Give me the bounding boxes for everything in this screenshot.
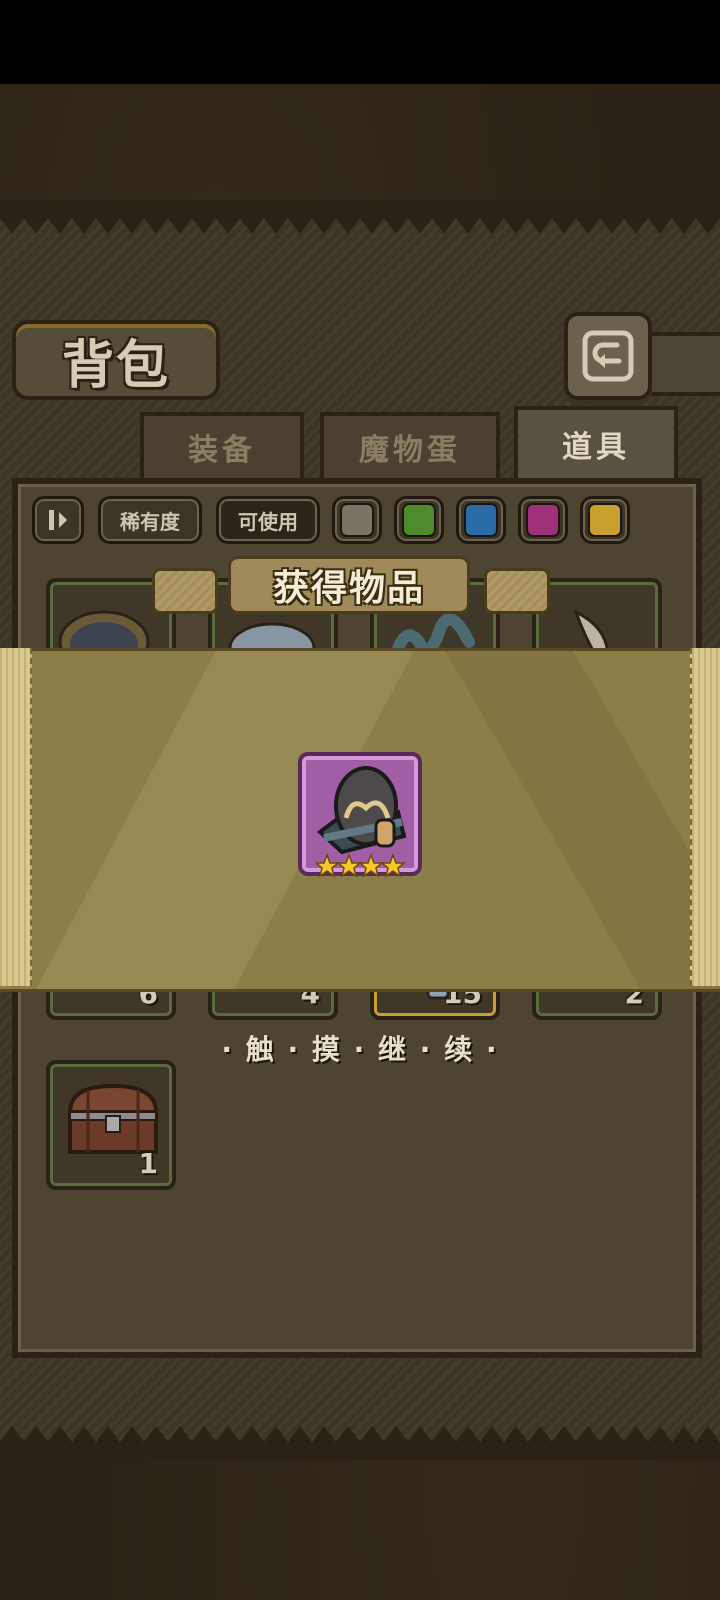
return-arrow-icon bbox=[582, 330, 634, 382]
sort-icon bbox=[49, 510, 67, 530]
tab-monster-eggs[interactable]: 魔物蛋 bbox=[320, 412, 500, 478]
zigzag-border-bottom bbox=[0, 1426, 720, 1460]
color-filter-green[interactable] bbox=[394, 496, 444, 544]
swatch-gray bbox=[340, 503, 374, 537]
page-title: 背包 bbox=[61, 334, 170, 396]
star-icon bbox=[357, 853, 385, 878]
back-button-base bbox=[640, 332, 720, 396]
reward-title: 获得物品 bbox=[272, 567, 425, 609]
color-filter-gray[interactable] bbox=[332, 496, 382, 544]
color-filter-purple[interactable] bbox=[518, 496, 568, 544]
category-tabs: 装备 魔物蛋 道具 bbox=[14, 406, 694, 478]
banner-edge-left bbox=[0, 648, 32, 986]
banner-edge-right bbox=[690, 648, 720, 986]
tab-equipment-label: 装备 bbox=[188, 433, 256, 468]
back-button[interactable] bbox=[564, 312, 652, 400]
reward-title-plaque: 获得物品 bbox=[228, 556, 470, 614]
inventory-slot[interactable]: 1 bbox=[46, 1060, 176, 1190]
sort-order-button[interactable] bbox=[32, 496, 84, 544]
tab-items-label: 道具 bbox=[562, 430, 630, 465]
tab-items[interactable]: 道具 bbox=[514, 406, 678, 478]
star-icon bbox=[379, 853, 406, 878]
tab-monster-eggs-label: 魔物蛋 bbox=[359, 433, 461, 468]
rarity-filter-button[interactable]: 稀有度 bbox=[98, 496, 202, 544]
rarity-stars bbox=[316, 853, 406, 878]
tap-to-continue[interactable]: · 触 · 摸 · 继 · 续 · bbox=[0, 1028, 720, 1068]
swatch-green bbox=[402, 503, 436, 537]
page-title-plaque: 背包 bbox=[12, 320, 220, 400]
swatch-gold bbox=[588, 503, 622, 537]
rarity-filter-label: 稀有度 bbox=[120, 509, 180, 534]
star-icon bbox=[316, 853, 341, 878]
star-icon bbox=[335, 853, 363, 878]
usable-filter-label: 可使用 bbox=[238, 509, 298, 534]
item-count: 1 bbox=[138, 1147, 158, 1180]
swatch-blue bbox=[464, 503, 498, 537]
swatch-purple bbox=[526, 503, 560, 537]
filter-bar: 稀有度 可使用 bbox=[32, 496, 692, 548]
reward-header-ornament-left bbox=[152, 568, 218, 614]
color-filter-blue[interactable] bbox=[456, 496, 506, 544]
color-filter-gold[interactable] bbox=[580, 496, 630, 544]
usable-filter-button[interactable]: 可使用 bbox=[216, 496, 320, 544]
reward-header-ornament-right bbox=[484, 568, 550, 614]
tab-equipment[interactable]: 装备 bbox=[140, 412, 304, 478]
zigzag-border-top bbox=[0, 200, 720, 234]
